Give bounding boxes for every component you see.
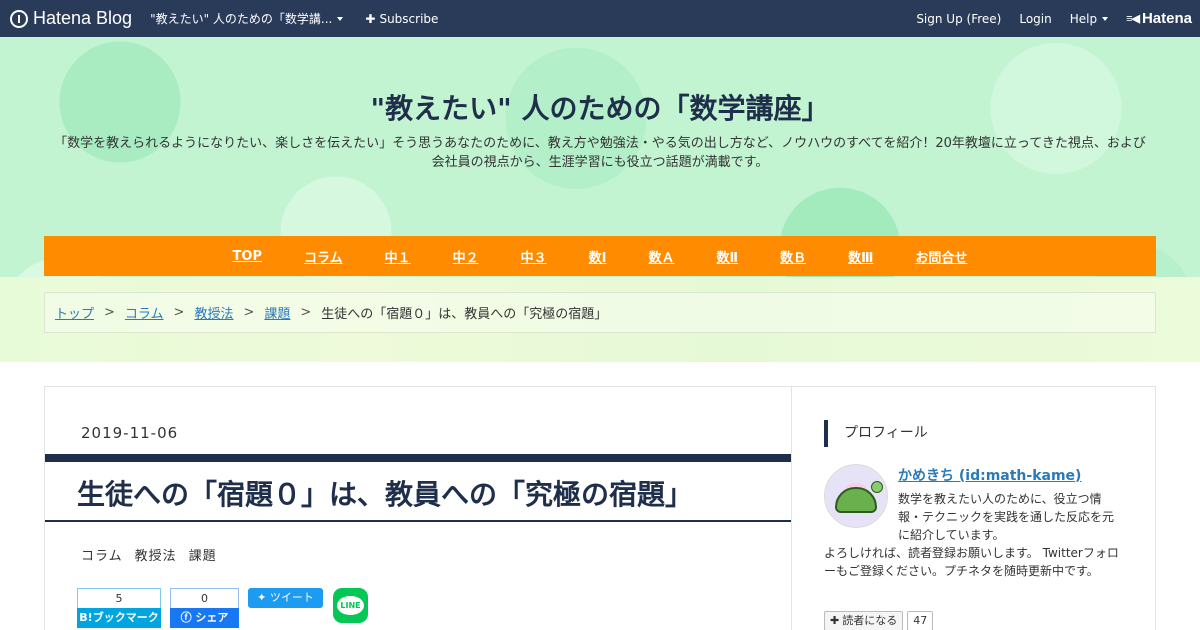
- entry-article: 2019-11-06 生徒への「宿題０」は、教員への「究極の宿題」 コラム 教授…: [44, 386, 792, 630]
- plus-icon: ✚: [365, 11, 376, 26]
- entry-categories: コラム 教授法 課題: [81, 545, 229, 564]
- subscribe-button[interactable]: ✚ Subscribe: [365, 12, 438, 26]
- facebook-share-button[interactable]: 0 ⓕ シェア: [170, 588, 239, 628]
- breadcrumb-assignment[interactable]: 課題: [264, 303, 290, 322]
- avatar[interactable]: [824, 464, 888, 528]
- help-menu[interactable]: Help: [1070, 12, 1109, 26]
- entry-date[interactable]: 2019-11-06: [81, 424, 178, 442]
- profile-note: よろしければ、読者登録お願いします。 Twitterフォローもご登録ください。プ…: [824, 546, 1119, 578]
- profile-heading: プロフィール: [824, 420, 928, 447]
- hatena-bookmark-button[interactable]: 5 B!ブックマーク: [77, 588, 161, 628]
- nav-item-junior2[interactable]: 中２: [453, 247, 479, 266]
- nav-item-math3[interactable]: 数Ⅲ: [848, 247, 873, 266]
- breadcrumb-separator: >: [300, 305, 312, 320]
- facebook-count: 0: [170, 588, 239, 608]
- login-link[interactable]: Login: [1019, 12, 1051, 26]
- title-underline: [45, 520, 791, 522]
- tweet-button[interactable]: ✦ ツイート: [248, 588, 323, 608]
- title-band: [45, 454, 791, 462]
- twitter-bird-icon: ✦: [257, 591, 270, 604]
- bookmark-count: 5: [77, 588, 161, 608]
- become-reader-button[interactable]: ✚ 読者になる: [824, 611, 904, 630]
- nav-item-junior1[interactable]: 中１: [385, 247, 411, 266]
- facebook-label: ⓕ シェア: [170, 608, 239, 628]
- facebook-icon: ⓕ: [180, 611, 196, 624]
- signup-link[interactable]: Sign Up (Free): [916, 12, 1001, 26]
- hatena-mark-icon: ≡◀: [1126, 13, 1140, 25]
- plus-icon: ✚: [830, 614, 840, 627]
- sidebar: プロフィール かめきち (id:math-kame) 数学を教えたい人のために、…: [791, 386, 1156, 630]
- global-nav: TOP コラム 中１ 中２ 中３ 数Ⅰ 数Ａ 数Ⅱ 数Ｂ 数Ⅲ お問合せ: [44, 236, 1156, 276]
- breadcrumb: トップ > コラム > 教授法 > 課題 > 生徒への「宿題０」は、教員への「究…: [44, 292, 1156, 333]
- category-column[interactable]: コラム: [81, 545, 123, 564]
- hatena-logo-icon: [10, 9, 28, 28]
- breadcrumb-separator: >: [173, 305, 185, 320]
- bookmark-label: B!ブックマーク: [77, 608, 161, 628]
- nav-item-column[interactable]: コラム: [304, 247, 343, 266]
- nav-item-contact[interactable]: お問合せ: [915, 247, 967, 266]
- subscribe-reader: ✚ 読者になる 47: [824, 611, 934, 630]
- global-right-links: Sign Up (Free) Login Help ≡◀ Hatena: [898, 0, 1192, 37]
- share-buttons: 5 B!ブックマーク 0 ⓕ シェア ✦ ツイート LINE: [77, 588, 368, 628]
- breadcrumb-top[interactable]: トップ: [55, 303, 94, 322]
- entry-title[interactable]: 生徒への「宿題０」は、教員への「究極の宿題」: [77, 473, 693, 513]
- profile-name-link[interactable]: かめきち (id:math-kame): [898, 465, 1081, 485]
- blog-description: 「数学を教えられるようになりたい、楽しさを伝えたい」そう思うあなたのために、教え…: [54, 136, 1146, 170]
- reader-count: 47: [907, 611, 934, 630]
- profile-description: 数学を教えたい人のために、役立つ情報・テクニックを実践を通した反応を元に紹介して…: [898, 492, 1115, 542]
- category-assignment[interactable]: 課題: [189, 545, 217, 564]
- global-header: Hatena Blog "教えたい" 人のための「数学講... ✚ Subscr…: [0, 0, 1200, 37]
- breadcrumb-pedagogy[interactable]: 教授法: [194, 303, 233, 322]
- hatena-blog-logo[interactable]: Hatena Blog: [10, 8, 132, 29]
- nav-item-junior3[interactable]: 中３: [521, 247, 547, 266]
- nav-item-math2[interactable]: 数Ⅱ: [717, 247, 739, 266]
- nav-item-math1[interactable]: 数Ⅰ: [589, 247, 607, 266]
- hatena-brand-link[interactable]: ≡◀ Hatena: [1126, 10, 1192, 27]
- blog-name-menu[interactable]: "教えたい" 人のための「数学講...: [150, 10, 344, 27]
- breadcrumb-column[interactable]: コラム: [125, 303, 164, 322]
- nav-item-matha[interactable]: 数Ａ: [649, 247, 675, 266]
- category-pedagogy[interactable]: 教授法: [135, 545, 177, 564]
- chevron-down-icon: [337, 16, 344, 21]
- nav-item-mathb[interactable]: 数Ｂ: [780, 247, 806, 266]
- breadcrumb-separator: >: [243, 305, 255, 320]
- nav-item-top[interactable]: TOP: [233, 249, 262, 264]
- turtle-icon: [835, 487, 877, 513]
- breadcrumb-current: 生徒への「宿題０」は、教員への「究極の宿題」: [321, 307, 608, 322]
- chevron-down-icon: [1102, 16, 1109, 21]
- breadcrumb-separator: >: [104, 305, 115, 320]
- line-share-icon[interactable]: LINE: [333, 588, 368, 623]
- blog-title[interactable]: "教えたい" 人のための「数学講座」: [0, 87, 1200, 127]
